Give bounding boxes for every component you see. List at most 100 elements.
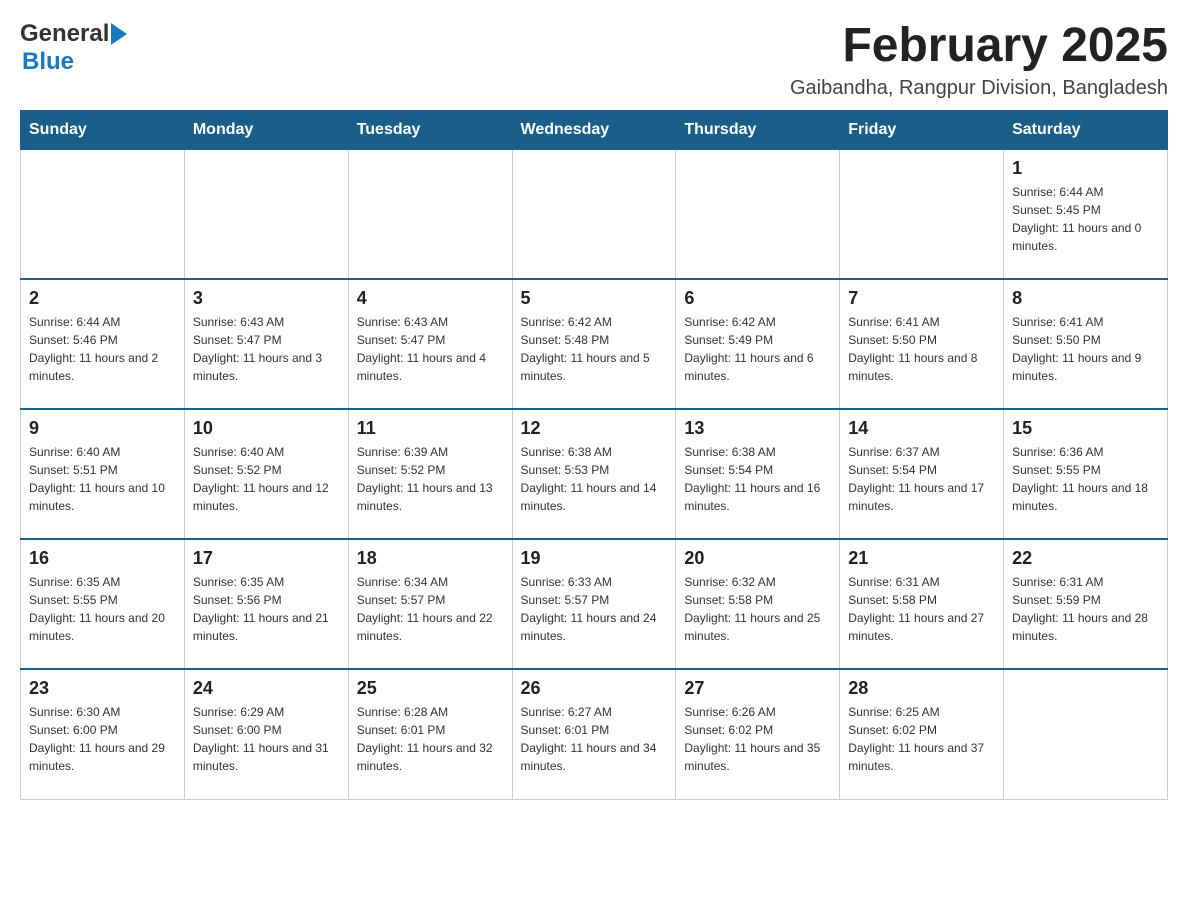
table-row: 7 Sunrise: 6:41 AMSunset: 5:50 PMDaylight… bbox=[840, 279, 1004, 409]
day-number: 5 bbox=[521, 288, 668, 309]
day-number: 8 bbox=[1012, 288, 1159, 309]
day-number: 6 bbox=[684, 288, 831, 309]
day-number: 4 bbox=[357, 288, 504, 309]
day-number: 20 bbox=[684, 548, 831, 569]
calendar-week-1: 1 Sunrise: 6:44 AMSunset: 5:45 PMDaylight… bbox=[21, 149, 1168, 279]
day-number: 11 bbox=[357, 418, 504, 439]
day-number: 10 bbox=[193, 418, 340, 439]
day-info: Sunrise: 6:31 AMSunset: 5:58 PMDaylight:… bbox=[848, 573, 995, 645]
header-sunday: Sunday bbox=[21, 110, 185, 149]
day-number: 13 bbox=[684, 418, 831, 439]
table-row: 26 Sunrise: 6:27 AMSunset: 6:01 PMDayligh… bbox=[512, 669, 676, 799]
day-info: Sunrise: 6:35 AMSunset: 5:55 PMDaylight:… bbox=[29, 573, 176, 645]
day-info: Sunrise: 6:25 AMSunset: 6:02 PMDaylight:… bbox=[848, 703, 995, 775]
day-number: 21 bbox=[848, 548, 995, 569]
table-row: 22 Sunrise: 6:31 AMSunset: 5:59 PMDayligh… bbox=[1004, 539, 1168, 669]
day-number: 15 bbox=[1012, 418, 1159, 439]
table-row: 25 Sunrise: 6:28 AMSunset: 6:01 PMDayligh… bbox=[348, 669, 512, 799]
day-info: Sunrise: 6:39 AMSunset: 5:52 PMDaylight:… bbox=[357, 443, 504, 515]
day-info: Sunrise: 6:36 AMSunset: 5:55 PMDaylight:… bbox=[1012, 443, 1159, 515]
table-row: 8 Sunrise: 6:41 AMSunset: 5:50 PMDaylight… bbox=[1004, 279, 1168, 409]
day-info: Sunrise: 6:42 AMSunset: 5:49 PMDaylight:… bbox=[684, 313, 831, 385]
day-info: Sunrise: 6:41 AMSunset: 5:50 PMDaylight:… bbox=[1012, 313, 1159, 385]
day-number: 25 bbox=[357, 678, 504, 699]
day-info: Sunrise: 6:35 AMSunset: 5:56 PMDaylight:… bbox=[193, 573, 340, 645]
day-info: Sunrise: 6:33 AMSunset: 5:57 PMDaylight:… bbox=[521, 573, 668, 645]
day-info: Sunrise: 6:37 AMSunset: 5:54 PMDaylight:… bbox=[848, 443, 995, 515]
day-number: 23 bbox=[29, 678, 176, 699]
header-saturday: Saturday bbox=[1004, 110, 1168, 149]
table-row: 20 Sunrise: 6:32 AMSunset: 5:58 PMDayligh… bbox=[676, 539, 840, 669]
table-row: 6 Sunrise: 6:42 AMSunset: 5:49 PMDaylight… bbox=[676, 279, 840, 409]
table-row: 12Sunrise: 6:38 AMSunset: 5:53 PMDayligh… bbox=[512, 409, 676, 539]
table-row: 3 Sunrise: 6:43 AMSunset: 5:47 PMDaylight… bbox=[184, 279, 348, 409]
calendar-week-3: 9 Sunrise: 6:40 AMSunset: 5:51 PMDaylight… bbox=[21, 409, 1168, 539]
header-monday: Monday bbox=[184, 110, 348, 149]
day-info: Sunrise: 6:41 AMSunset: 5:50 PMDaylight:… bbox=[848, 313, 995, 385]
calendar-week-2: 2 Sunrise: 6:44 AMSunset: 5:46 PMDaylight… bbox=[21, 279, 1168, 409]
table-row: 21 Sunrise: 6:31 AMSunset: 5:58 PMDayligh… bbox=[840, 539, 1004, 669]
day-number: 2 bbox=[29, 288, 176, 309]
table-row: 15 Sunrise: 6:36 AMSunset: 5:55 PMDayligh… bbox=[1004, 409, 1168, 539]
page-header: General Blue February 2025 Gaibandha, Ra… bbox=[20, 20, 1168, 100]
table-row: 28 Sunrise: 6:25 AMSunset: 6:02 PMDayligh… bbox=[840, 669, 1004, 799]
table-row: 19 Sunrise: 6:33 AMSunset: 5:57 PMDayligh… bbox=[512, 539, 676, 669]
logo: General Blue bbox=[20, 20, 127, 76]
table-row: 27Sunrise: 6:26 AMSunset: 6:02 PMDayligh… bbox=[676, 669, 840, 799]
table-row: 2 Sunrise: 6:44 AMSunset: 5:46 PMDaylight… bbox=[21, 279, 185, 409]
day-number: 7 bbox=[848, 288, 995, 309]
table-row bbox=[348, 149, 512, 279]
location-subtitle: Gaibandha, Rangpur Division, Bangladesh bbox=[790, 77, 1168, 100]
table-row: 23 Sunrise: 6:30 AMSunset: 6:00 PMDayligh… bbox=[21, 669, 185, 799]
day-info: Sunrise: 6:38 AMSunset: 5:54 PMDaylight:… bbox=[684, 443, 831, 515]
day-number: 16 bbox=[29, 548, 176, 569]
day-number: 26 bbox=[521, 678, 668, 699]
table-row bbox=[512, 149, 676, 279]
day-number: 3 bbox=[193, 288, 340, 309]
day-number: 28 bbox=[848, 678, 995, 699]
table-row bbox=[21, 149, 185, 279]
day-number: 24 bbox=[193, 678, 340, 699]
table-row: 24 Sunrise: 6:29 AMSunset: 6:00 PMDayligh… bbox=[184, 669, 348, 799]
table-row: 1 Sunrise: 6:44 AMSunset: 5:45 PMDaylight… bbox=[1004, 149, 1168, 279]
day-number: 18 bbox=[357, 548, 504, 569]
logo-blue-text: Blue bbox=[22, 48, 74, 76]
day-info: Sunrise: 6:43 AMSunset: 5:47 PMDaylight:… bbox=[193, 313, 340, 385]
day-number: 1 bbox=[1012, 158, 1159, 179]
day-number: 9 bbox=[29, 418, 176, 439]
day-info: Sunrise: 6:44 AMSunset: 5:46 PMDaylight:… bbox=[29, 313, 176, 385]
table-row: 17 Sunrise: 6:35 AMSunset: 5:56 PMDayligh… bbox=[184, 539, 348, 669]
table-row: 14 Sunrise: 6:37 AMSunset: 5:54 PMDayligh… bbox=[840, 409, 1004, 539]
day-info: Sunrise: 6:34 AMSunset: 5:57 PMDaylight:… bbox=[357, 573, 504, 645]
day-number: 17 bbox=[193, 548, 340, 569]
day-info: Sunrise: 6:42 AMSunset: 5:48 PMDaylight:… bbox=[521, 313, 668, 385]
table-row bbox=[676, 149, 840, 279]
day-info: Sunrise: 6:31 AMSunset: 5:59 PMDaylight:… bbox=[1012, 573, 1159, 645]
calendar-week-4: 16 Sunrise: 6:35 AMSunset: 5:55 PMDayligh… bbox=[21, 539, 1168, 669]
month-title: February 2025 bbox=[790, 20, 1168, 73]
logo-general-text: General bbox=[20, 20, 109, 48]
day-info: Sunrise: 6:32 AMSunset: 5:58 PMDaylight:… bbox=[684, 573, 831, 645]
header-thursday: Thursday bbox=[676, 110, 840, 149]
calendar-table: Sunday Monday Tuesday Wednesday Thursday… bbox=[20, 110, 1168, 800]
calendar-week-5: 23 Sunrise: 6:30 AMSunset: 6:00 PMDayligh… bbox=[21, 669, 1168, 799]
day-info: Sunrise: 6:30 AMSunset: 6:00 PMDaylight:… bbox=[29, 703, 176, 775]
day-info: Sunrise: 6:40 AMSunset: 5:51 PMDaylight:… bbox=[29, 443, 176, 515]
table-row: 4Sunrise: 6:43 AMSunset: 5:47 PMDaylight… bbox=[348, 279, 512, 409]
title-section: February 2025 Gaibandha, Rangpur Divisio… bbox=[790, 20, 1168, 100]
day-info: Sunrise: 6:29 AMSunset: 6:00 PMDaylight:… bbox=[193, 703, 340, 775]
day-info: Sunrise: 6:28 AMSunset: 6:01 PMDaylight:… bbox=[357, 703, 504, 775]
table-row: 10Sunrise: 6:40 AMSunset: 5:52 PMDayligh… bbox=[184, 409, 348, 539]
table-row bbox=[1004, 669, 1168, 799]
day-number: 19 bbox=[521, 548, 668, 569]
table-row: 16 Sunrise: 6:35 AMSunset: 5:55 PMDayligh… bbox=[21, 539, 185, 669]
day-info: Sunrise: 6:27 AMSunset: 6:01 PMDaylight:… bbox=[521, 703, 668, 775]
day-number: 22 bbox=[1012, 548, 1159, 569]
table-row: 18 Sunrise: 6:34 AMSunset: 5:57 PMDayligh… bbox=[348, 539, 512, 669]
table-row bbox=[184, 149, 348, 279]
day-info: Sunrise: 6:44 AMSunset: 5:45 PMDaylight:… bbox=[1012, 183, 1159, 255]
header-friday: Friday bbox=[840, 110, 1004, 149]
table-row: 5 Sunrise: 6:42 AMSunset: 5:48 PMDaylight… bbox=[512, 279, 676, 409]
table-row: 9 Sunrise: 6:40 AMSunset: 5:51 PMDaylight… bbox=[21, 409, 185, 539]
day-number: 14 bbox=[848, 418, 995, 439]
